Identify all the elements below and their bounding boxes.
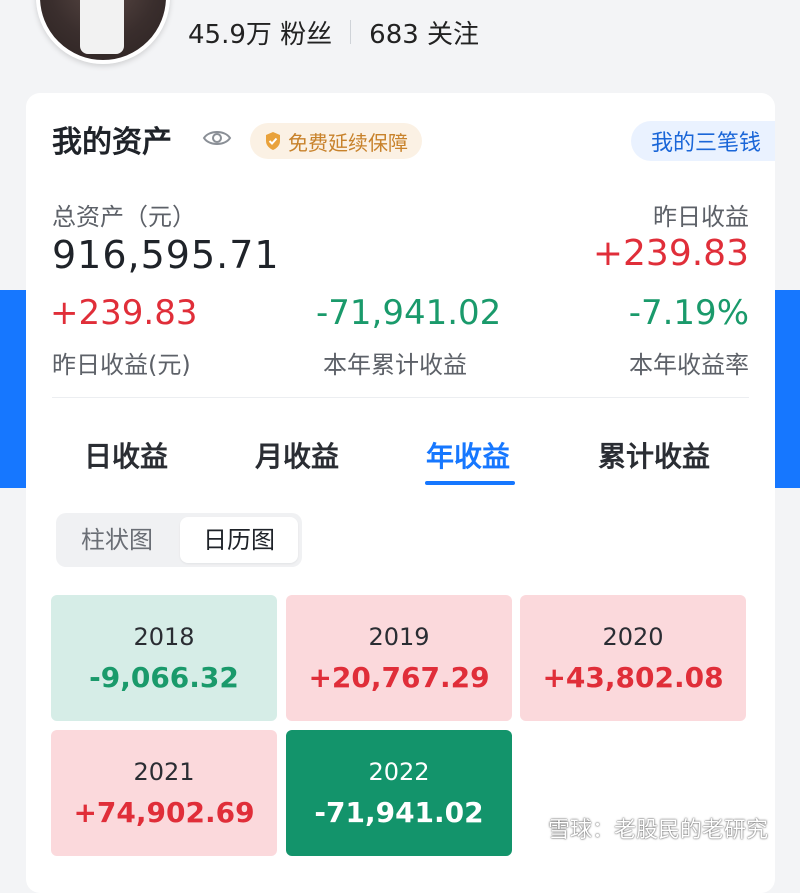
yesterday-income-value: +239.83 xyxy=(592,233,749,274)
yesterday-income-label: 昨日收益 xyxy=(653,203,749,231)
year-value: +20,767.29 xyxy=(308,661,490,694)
year-cell-2020[interactable]: 2020 +43,802.08 xyxy=(520,595,746,721)
active-tab-indicator xyxy=(425,481,515,485)
year-value: -71,941.02 xyxy=(314,796,484,829)
protection-badge[interactable]: 免费延续保障 xyxy=(250,123,422,159)
metric-ytd-rate-value: -7.19% xyxy=(628,293,749,333)
following-count[interactable]: 683 关注 xyxy=(369,14,479,51)
year-value: +43,802.08 xyxy=(542,661,724,694)
metric-ytd-rate-label: 本年收益率 xyxy=(629,351,749,379)
assets-title: 我的资产 xyxy=(52,125,172,160)
watermark: 雪球：老股民的老研究 xyxy=(516,812,768,844)
year-cell-2019[interactable]: 2019 +20,767.29 xyxy=(286,595,512,721)
year-label: 2020 xyxy=(602,623,664,651)
followers-count[interactable]: 45.9万 粉丝 xyxy=(188,14,332,51)
total-assets-label: 总资产（元） xyxy=(52,203,196,231)
protection-badge-label: 免费延续保障 xyxy=(288,130,408,155)
watermark-text: 雪球：老股民的老研究 xyxy=(548,818,769,843)
assets-card: 我的资产 免费延续保障 我的三笔钱 总资产（元） 916,595.71 昨日收益… xyxy=(26,93,775,893)
tab-monthly[interactable]: 月收益 xyxy=(255,435,339,475)
avatar[interactable] xyxy=(36,0,170,64)
view-option-calendar[interactable]: 日历图 xyxy=(180,517,298,563)
three-money-button[interactable]: 我的三笔钱 xyxy=(630,121,775,161)
tab-daily[interactable]: 日收益 xyxy=(84,435,168,475)
year-label: 2021 xyxy=(133,758,195,786)
metric-ytd-income-label: 本年累计收益 xyxy=(323,351,467,379)
total-assets-value: 916,595.71 xyxy=(52,233,280,277)
income-tabs: 日收益 月收益 年收益 累计收益 xyxy=(26,423,775,489)
profile-stats: 45.9万 粉丝 683 关注 xyxy=(188,14,479,50)
stats-divider xyxy=(350,20,352,44)
tab-cumulative[interactable]: 累计收益 xyxy=(598,435,710,475)
view-toggle: 柱状图 日历图 xyxy=(56,513,302,567)
year-cell-2021[interactable]: 2021 +74,902.69 xyxy=(51,730,277,856)
view-option-bar-chart[interactable]: 柱状图 xyxy=(56,513,178,567)
shield-check-icon xyxy=(266,132,280,150)
metric-ytd-income-value: -71,941.02 xyxy=(316,293,502,333)
year-label: 2019 xyxy=(368,623,430,651)
year-value: +74,902.69 xyxy=(73,796,255,829)
snowball-logo-icon xyxy=(516,815,542,841)
section-divider xyxy=(52,397,749,398)
tab-yearly[interactable]: 年收益 xyxy=(426,435,510,475)
metric-yesterday-value: +239.83 xyxy=(50,293,198,333)
year-cell-2018[interactable]: 2018 -9,066.32 xyxy=(51,595,277,721)
eye-icon[interactable] xyxy=(202,127,232,149)
year-value: -9,066.32 xyxy=(89,661,239,694)
metric-yesterday-label: 昨日收益(元) xyxy=(52,351,191,379)
year-label: 2022 xyxy=(368,758,430,786)
year-cell-2022[interactable]: 2022 -71,941.02 xyxy=(286,730,512,856)
year-label: 2018 xyxy=(133,623,195,651)
